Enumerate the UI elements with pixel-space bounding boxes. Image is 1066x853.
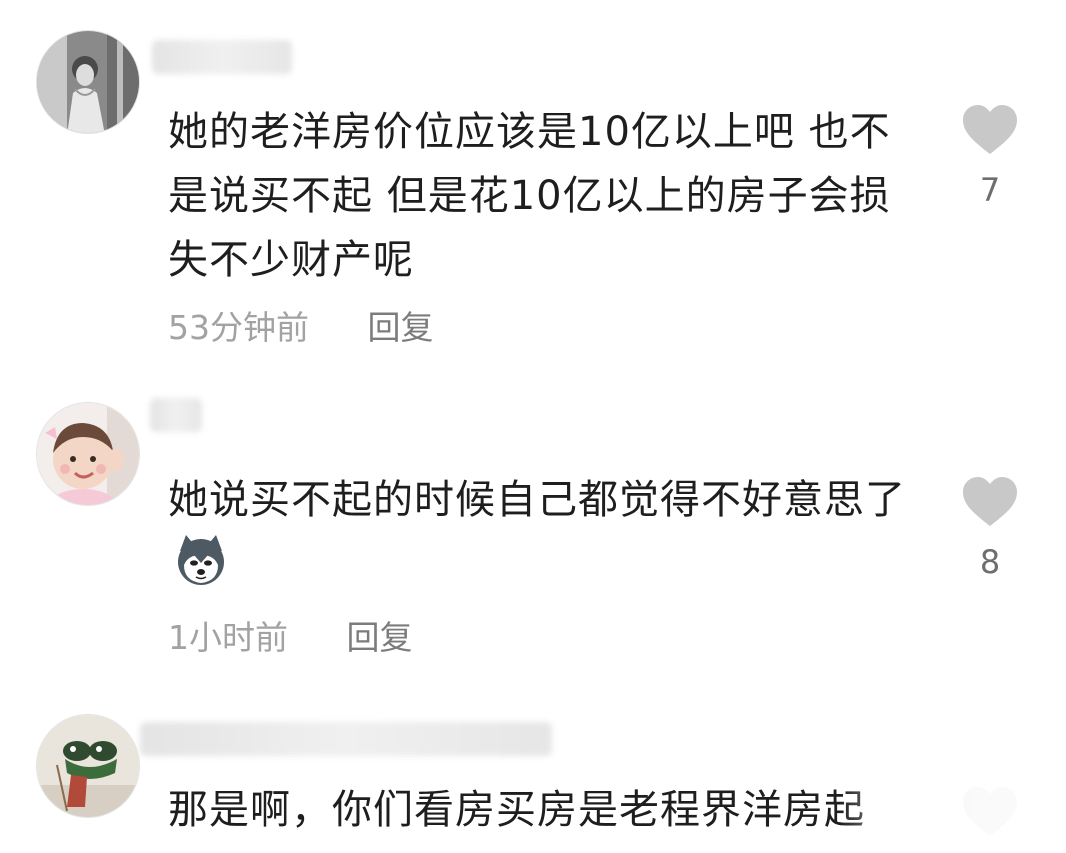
avatar-image — [37, 715, 139, 817]
username[interactable] — [140, 722, 552, 756]
comment-text: 那是啊，你们看房买房是老程界洋房起 — [168, 787, 865, 833]
comment-item: 那是啊，你们看房买房是老程界洋房起 — [0, 0, 1066, 853]
like-button[interactable] — [958, 786, 1022, 838]
avatar[interactable] — [36, 714, 140, 818]
comment-list: 她的老洋房价位应该是10亿以上吧 也不是说买不起 但是花10亿以上的房子会损失不… — [0, 0, 1066, 853]
heart-icon — [963, 787, 1017, 836]
